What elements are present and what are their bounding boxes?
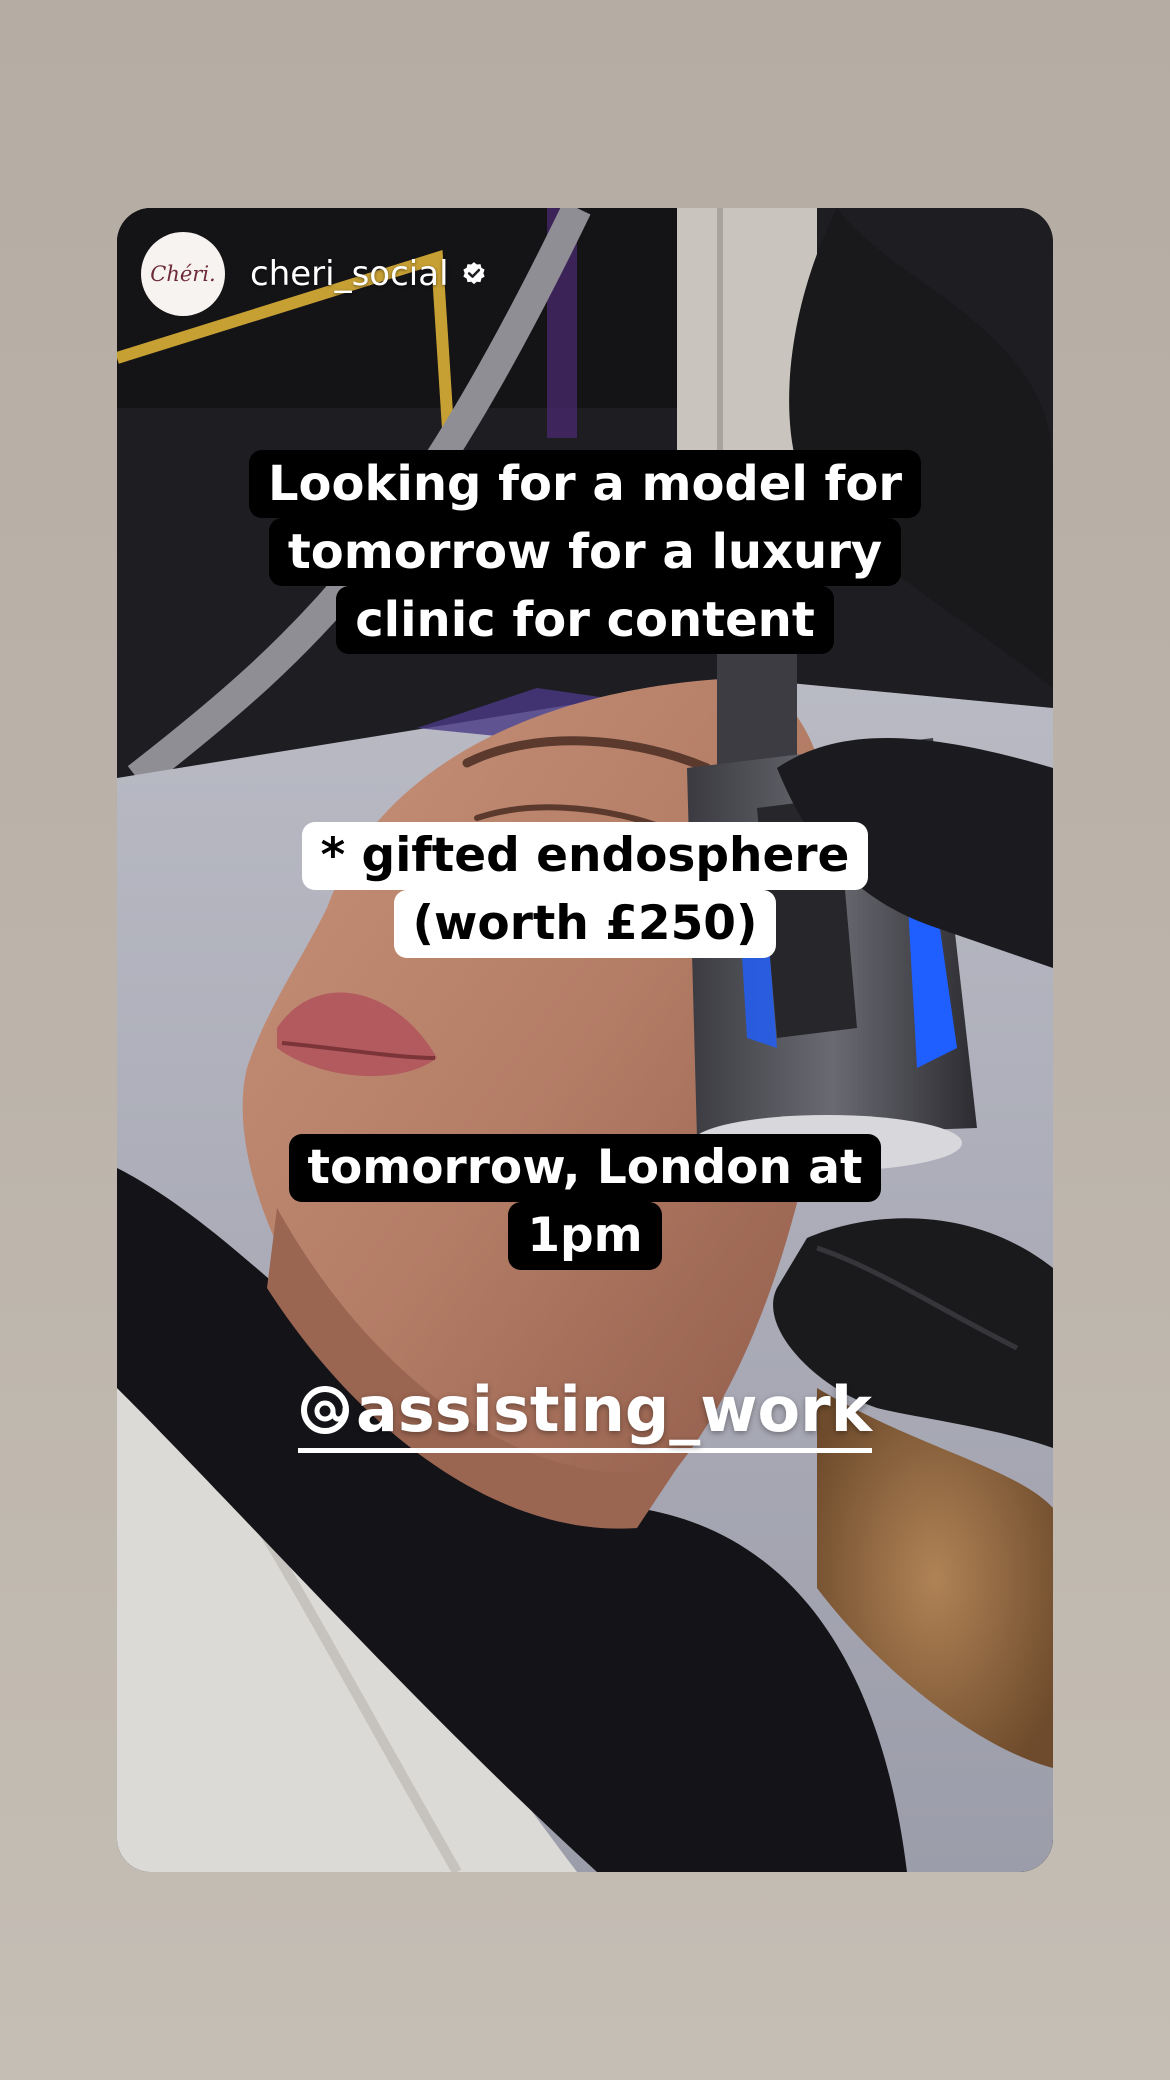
mention-sticker[interactable]: assisting_work xyxy=(117,1373,1053,1453)
caption-line: (worth £250) xyxy=(393,890,777,958)
username[interactable]: cheri_social xyxy=(250,254,449,294)
caption-line: tomorrow, London at xyxy=(288,1134,882,1202)
mention-handle: assisting_work xyxy=(356,1373,872,1446)
caption-line: 1pm xyxy=(508,1202,662,1270)
caption-line: clinic for content xyxy=(336,586,834,654)
story-header: Chéri. cheri_social xyxy=(141,232,487,316)
caption-gift[interactable]: * gifted endosphere (worth £250) xyxy=(117,822,1053,958)
story-card[interactable]: Chéri. cheri_social Looking for a model … xyxy=(117,208,1053,1872)
caption-line: * gifted endosphere xyxy=(301,822,869,890)
threads-icon xyxy=(301,1385,350,1434)
caption-line: Looking for a model for xyxy=(248,450,922,518)
verified-badge-icon xyxy=(462,262,485,285)
avatar-logo: Chéri. xyxy=(150,262,216,286)
caption-line: tomorrow for a luxury xyxy=(268,518,902,586)
avatar[interactable]: Chéri. xyxy=(141,232,225,316)
caption-time-location[interactable]: tomorrow, London at 1pm xyxy=(117,1134,1053,1270)
caption-model-call[interactable]: Looking for a model for tomorrow for a l… xyxy=(117,450,1053,654)
